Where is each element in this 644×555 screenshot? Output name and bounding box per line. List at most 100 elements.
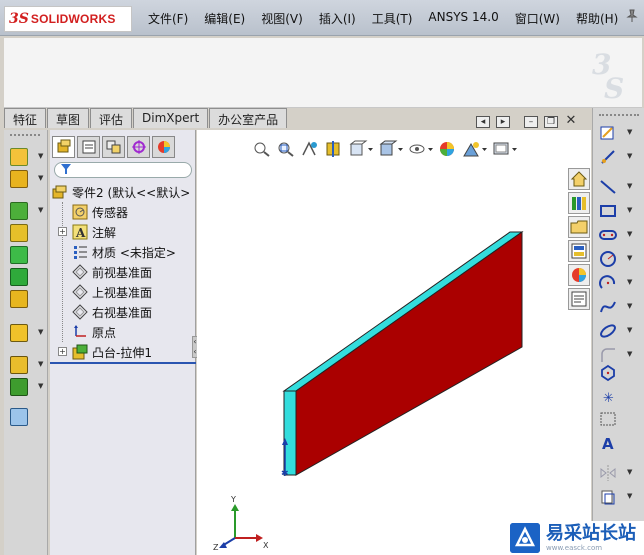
line-icon[interactable]: [599, 178, 617, 196]
restore-icon[interactable]: ❐: [544, 116, 558, 128]
shell-icon[interactable]: [10, 246, 28, 264]
chevron-down-icon[interactable]: ▼: [627, 278, 632, 286]
tab-sketch[interactable]: 草图: [47, 108, 90, 128]
tree-item-boss-extrude[interactable]: + 凸台-拉伸1: [50, 342, 196, 362]
chevron-down-icon[interactable]: ▼: [627, 182, 632, 190]
home-icon[interactable]: [568, 168, 590, 190]
configuration-manager-tab-icon[interactable]: [102, 136, 125, 158]
fillet-icon[interactable]: [10, 202, 28, 220]
linear-pattern-icon[interactable]: [10, 324, 28, 342]
zoom-to-fit-icon[interactable]: [252, 140, 272, 158]
chevron-down-icon[interactable]: ▼: [627, 326, 632, 334]
tree-item-origin[interactable]: 原点: [50, 322, 196, 342]
custom-properties-icon[interactable]: [568, 288, 590, 310]
slot-icon[interactable]: [599, 226, 617, 244]
chevron-down-icon[interactable]: ▼: [627, 152, 632, 160]
chevron-down-icon[interactable]: ▼: [627, 492, 632, 500]
menu-window[interactable]: 窗口(W): [507, 10, 568, 27]
view-orientation-icon[interactable]: [348, 140, 374, 158]
tab-evaluate[interactable]: 评估: [90, 108, 133, 128]
design-library-icon[interactable]: [568, 192, 590, 214]
arc-icon[interactable]: [599, 274, 617, 292]
chevron-down-icon[interactable]: ▼: [627, 254, 632, 262]
expand-icon[interactable]: +: [58, 347, 67, 356]
chevron-down-icon[interactable]: ▼: [627, 230, 632, 238]
point-icon[interactable]: ✳: [599, 388, 617, 406]
chevron-down-icon[interactable]: ▼: [627, 350, 632, 358]
tree-item-sensors[interactable]: 传感器: [50, 202, 196, 222]
feature-tree-tab-icon[interactable]: [52, 136, 75, 158]
tree-item-top-plane[interactable]: 上视基准面: [50, 282, 196, 302]
menu-file[interactable]: 文件(F): [140, 10, 196, 27]
plane-sketch-icon[interactable]: [599, 410, 617, 428]
previous-view-icon[interactable]: [300, 140, 320, 158]
rectangle-icon[interactable]: [599, 202, 617, 220]
offset-entities-icon[interactable]: [599, 488, 617, 506]
curves-icon[interactable]: [10, 378, 28, 396]
hide-show-items-icon[interactable]: [408, 140, 434, 158]
chevron-down-icon[interactable]: ▼: [627, 302, 632, 310]
menu-view[interactable]: 视图(V): [253, 10, 311, 27]
rollback-bar[interactable]: [50, 362, 196, 364]
view-palette-icon[interactable]: [568, 240, 590, 262]
apply-scene-icon[interactable]: [462, 140, 488, 158]
minimize-icon[interactable]: –: [524, 116, 538, 128]
text-icon[interactable]: A: [599, 434, 617, 452]
display-manager-tab-icon[interactable]: [152, 136, 175, 158]
chevron-down-icon[interactable]: ▼: [627, 128, 632, 136]
reference-geometry-icon[interactable]: [10, 356, 28, 374]
display-style-icon[interactable]: [378, 140, 404, 158]
menu-insert[interactable]: 插入(I): [311, 10, 364, 27]
chevron-down-icon[interactable]: ▼: [38, 382, 43, 390]
property-manager-tab-icon[interactable]: [77, 136, 100, 158]
doc-prev-icon[interactable]: ◂: [476, 116, 490, 128]
menu-ansys[interactable]: ANSYS 14.0: [420, 10, 506, 27]
doc-next-icon[interactable]: ▸: [496, 116, 510, 128]
edit-appearance-icon[interactable]: [438, 140, 458, 158]
zoom-to-area-icon[interactable]: [276, 140, 296, 158]
circle-icon[interactable]: [599, 250, 617, 268]
close-icon[interactable]: ✕: [564, 114, 578, 128]
solidworks-logo[interactable]: 3S SOLIDWORKS: [4, 6, 132, 32]
menu-tools[interactable]: 工具(T): [364, 10, 421, 27]
section-view-icon[interactable]: [324, 140, 344, 158]
chevron-down-icon[interactable]: ▼: [627, 468, 632, 476]
pin-icon[interactable]: [624, 9, 640, 25]
smart-dimension-icon[interactable]: [599, 148, 617, 166]
extruded-boss-icon[interactable]: [10, 148, 28, 166]
tree-root-part[interactable]: 零件2 (默认<<默认>: [50, 182, 196, 202]
chevron-down-icon[interactable]: ▼: [38, 328, 43, 336]
dimxpert-manager-tab-icon[interactable]: [127, 136, 150, 158]
file-explorer-icon[interactable]: [568, 216, 590, 238]
expand-icon[interactable]: +: [58, 227, 67, 236]
menu-edit[interactable]: 编辑(E): [196, 10, 253, 27]
instant3d-icon[interactable]: [10, 408, 28, 426]
toolbar-grip[interactable]: [10, 134, 40, 136]
fillet-sketch-icon[interactable]: [599, 346, 617, 364]
tab-dimxpert[interactable]: DimXpert: [133, 108, 209, 128]
ellipse-icon[interactable]: [599, 322, 617, 340]
graphics-area[interactable]: ✱ Y X Z: [197, 130, 591, 555]
chevron-down-icon[interactable]: ▼: [38, 174, 43, 182]
menu-help[interactable]: 帮助(H): [568, 10, 626, 27]
chevron-down-icon[interactable]: ▼: [38, 360, 43, 368]
draft-icon[interactable]: [10, 268, 28, 286]
cut-extrude-icon[interactable]: [10, 170, 28, 188]
mirror-entities-icon[interactable]: [599, 464, 617, 482]
tree-item-annotations[interactable]: + A 注解: [50, 222, 196, 242]
tree-item-right-plane[interactable]: 右视基准面: [50, 302, 196, 322]
toolbar-grip[interactable]: [599, 114, 639, 116]
view-settings-icon[interactable]: [492, 140, 518, 158]
rib-icon[interactable]: [10, 224, 28, 242]
tab-features[interactable]: 特征: [4, 108, 47, 128]
wrap-icon[interactable]: [10, 290, 28, 308]
chevron-down-icon[interactable]: ▼: [627, 206, 632, 214]
polygon-icon[interactable]: [599, 364, 617, 382]
tree-filter-input[interactable]: [54, 162, 192, 178]
tree-item-material[interactable]: 材质 <未指定>: [50, 242, 196, 262]
chevron-down-icon[interactable]: ▼: [38, 206, 43, 214]
chevron-down-icon[interactable]: ▼: [38, 152, 43, 160]
spline-icon[interactable]: [599, 298, 617, 316]
appearances-icon[interactable]: [568, 264, 590, 286]
tree-item-front-plane[interactable]: 前视基准面: [50, 262, 196, 282]
